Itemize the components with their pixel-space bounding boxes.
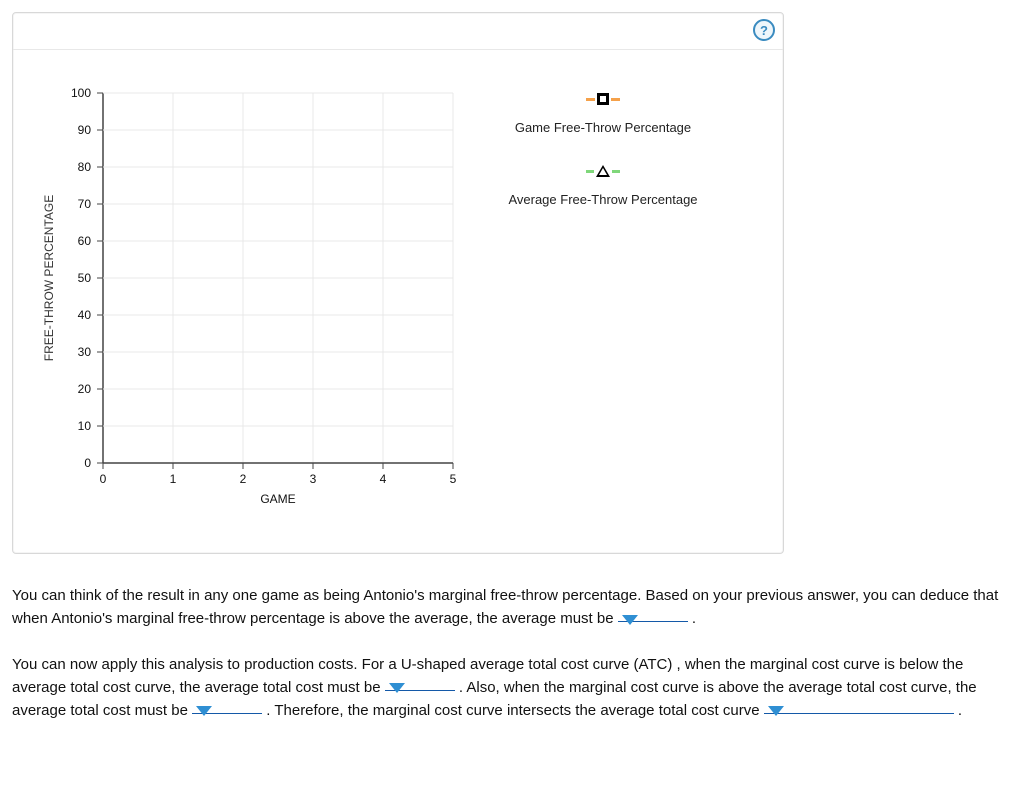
x-tick-3: 3 [310, 472, 317, 486]
blank-atc-below[interactable] [385, 676, 455, 691]
chart-panel: ? [12, 12, 784, 554]
dropdown-average-direction[interactable] [618, 608, 642, 631]
x-tick-0: 0 [100, 472, 107, 486]
triangle-marker-icon [596, 165, 610, 177]
panel-header: ? [13, 13, 783, 50]
y-tick-90: 90 [78, 123, 92, 137]
help-button[interactable]: ? [753, 19, 775, 41]
legend-line-icon [612, 170, 620, 173]
x-tick-1: 1 [170, 472, 177, 486]
y-tick-80: 80 [78, 160, 92, 174]
y-tick-60: 60 [78, 234, 92, 248]
dropdown-atc-above[interactable] [192, 699, 216, 722]
y-tick-30: 30 [78, 345, 92, 359]
y-tick-10: 10 [78, 419, 92, 433]
legend-entry-game[interactable]: Game Free-Throw Percentage [493, 93, 713, 135]
para2-text-3: . Therefore, the marginal cost curve int… [262, 702, 764, 719]
legend-label-game: Game Free-Throw Percentage [515, 120, 691, 135]
para1-text-1: You can think of the result in any one g… [12, 587, 998, 627]
blank-atc-above[interactable] [192, 699, 262, 714]
y-tick-40: 40 [78, 308, 92, 322]
chevron-down-icon [768, 706, 784, 716]
x-tick-4: 4 [380, 472, 387, 486]
legend-line-icon [586, 98, 595, 101]
legend-entry-average[interactable]: Average Free-Throw Percentage [493, 165, 713, 207]
blank-intersection[interactable] [764, 699, 954, 714]
y-tick-50: 50 [78, 271, 92, 285]
chevron-down-icon [389, 683, 405, 693]
legend: Game Free-Throw Percentage Average Free-… [473, 73, 763, 237]
chart-body: 0 10 20 30 40 50 60 70 80 90 100 0 1 [33, 73, 763, 533]
chevron-down-icon [196, 706, 212, 716]
x-axis-title: GAME [260, 492, 295, 506]
legend-line-icon [611, 98, 620, 101]
y-tick-0: 0 [84, 456, 91, 470]
y-tick-20: 20 [78, 382, 92, 396]
chart-plot: 0 10 20 30 40 50 60 70 80 90 100 0 1 [33, 73, 473, 513]
y-tick-100: 100 [71, 86, 91, 100]
y-tick-70: 70 [78, 197, 92, 211]
para2-text-4: . [954, 702, 962, 719]
question-text: You can think of the result in any one g… [12, 584, 1012, 722]
dropdown-intersection[interactable] [764, 699, 788, 722]
y-axis-title: FREE-THROW PERCENTAGE [42, 195, 56, 361]
blank-average-direction[interactable] [618, 607, 688, 622]
legend-label-average: Average Free-Throw Percentage [508, 192, 697, 207]
x-tick-2: 2 [240, 472, 247, 486]
x-tick-5: 5 [450, 472, 457, 486]
dropdown-atc-below[interactable] [385, 676, 409, 699]
para1-text-2: . [688, 610, 696, 627]
legend-line-icon [586, 170, 594, 173]
square-marker-icon [597, 93, 609, 105]
chevron-down-icon [622, 615, 638, 625]
